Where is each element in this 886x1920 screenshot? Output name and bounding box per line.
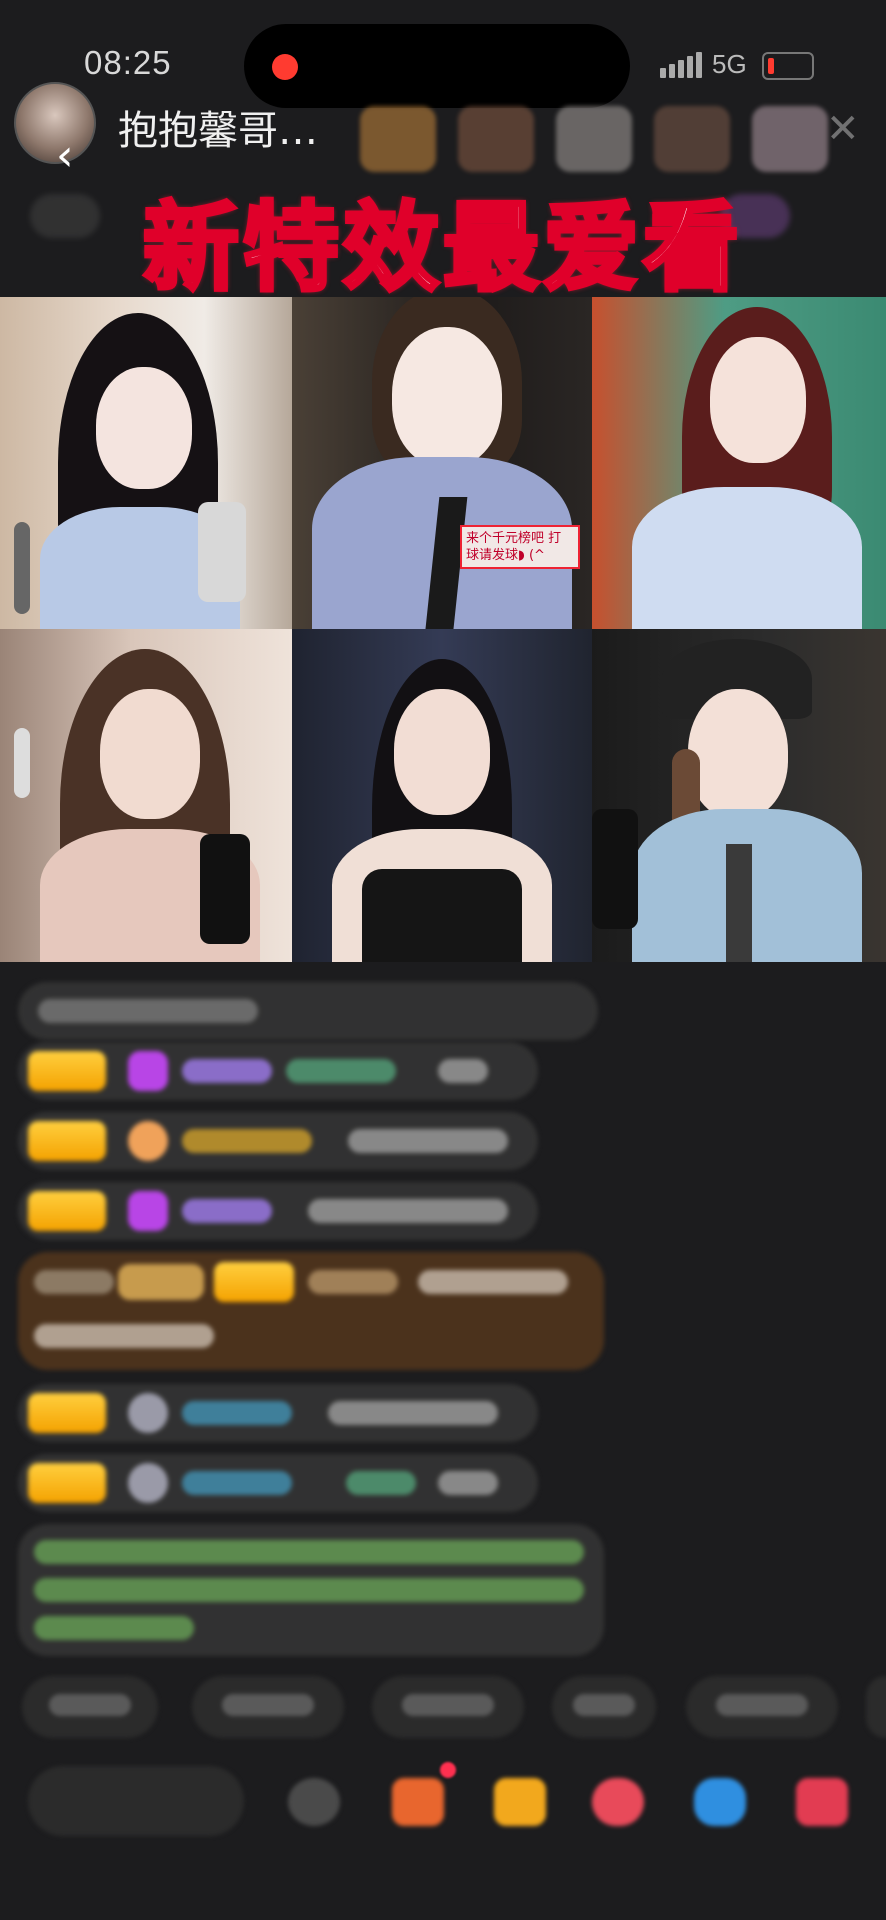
chat-message [18,1384,538,1442]
video-tile-1[interactable] [0,297,292,629]
close-icon[interactable]: ✕ [826,106,860,152]
quick-reply-chip[interactable] [552,1676,656,1738]
gift-icon[interactable] [494,1778,546,1826]
notification-dot [440,1762,456,1778]
chat-system-message [18,1524,604,1656]
video-tile-5[interactable] [292,629,592,962]
battery-icon [762,52,814,80]
chat-message-highlight [18,1252,604,1370]
more-icon[interactable] [796,1778,848,1826]
video-tile-3[interactable] [592,297,886,629]
quick-reply-chip[interactable] [22,1676,158,1738]
interaction-icon[interactable] [592,1778,644,1826]
recording-indicator-icon [272,54,298,80]
streamer-avatar[interactable] [14,82,96,164]
chat-message [18,1112,538,1170]
shop-icon[interactable] [392,1778,444,1826]
black-top [362,869,522,962]
share-icon[interactable] [694,1778,746,1826]
viewer-sign: 来个千元榜吧 打球请发球◗ (^ [460,525,580,569]
overlay-headline: 新特效最爱看 [141,190,743,306]
chat-message [18,1454,538,1512]
quick-reply-chip[interactable] [686,1676,838,1738]
status-time: 08:25 [84,44,172,81]
video-tile-6[interactable] [592,629,886,962]
quick-reply-chip[interactable] [192,1676,344,1738]
chat-message [18,1042,538,1100]
necktie [726,844,752,962]
chat-message [18,1182,538,1240]
emoji-icon[interactable] [288,1778,340,1826]
video-tile-2[interactable]: 来个千元榜吧 打球请发球◗ (^ [292,297,592,629]
chat-message [18,982,598,1040]
scroll-indicator-active [14,728,30,798]
video-tile-4[interactable] [0,629,292,962]
streamer-name[interactable]: 抱抱馨哥… [118,98,318,156]
scroll-indicator [14,522,30,614]
multi-guest-video-grid: 来个千元榜吧 打球请发球◗ (^ [0,297,886,962]
signal-strength-icon [660,52,702,78]
viewer-avatars[interactable] [360,106,828,172]
quick-reply-chip[interactable] [866,1676,886,1738]
quick-reply-chip[interactable] [372,1676,524,1738]
comment-input[interactable] [28,1766,244,1836]
live-room-header: ‹ 抱抱馨哥… ✕ [0,78,886,178]
network-type: 5G [712,49,747,79]
